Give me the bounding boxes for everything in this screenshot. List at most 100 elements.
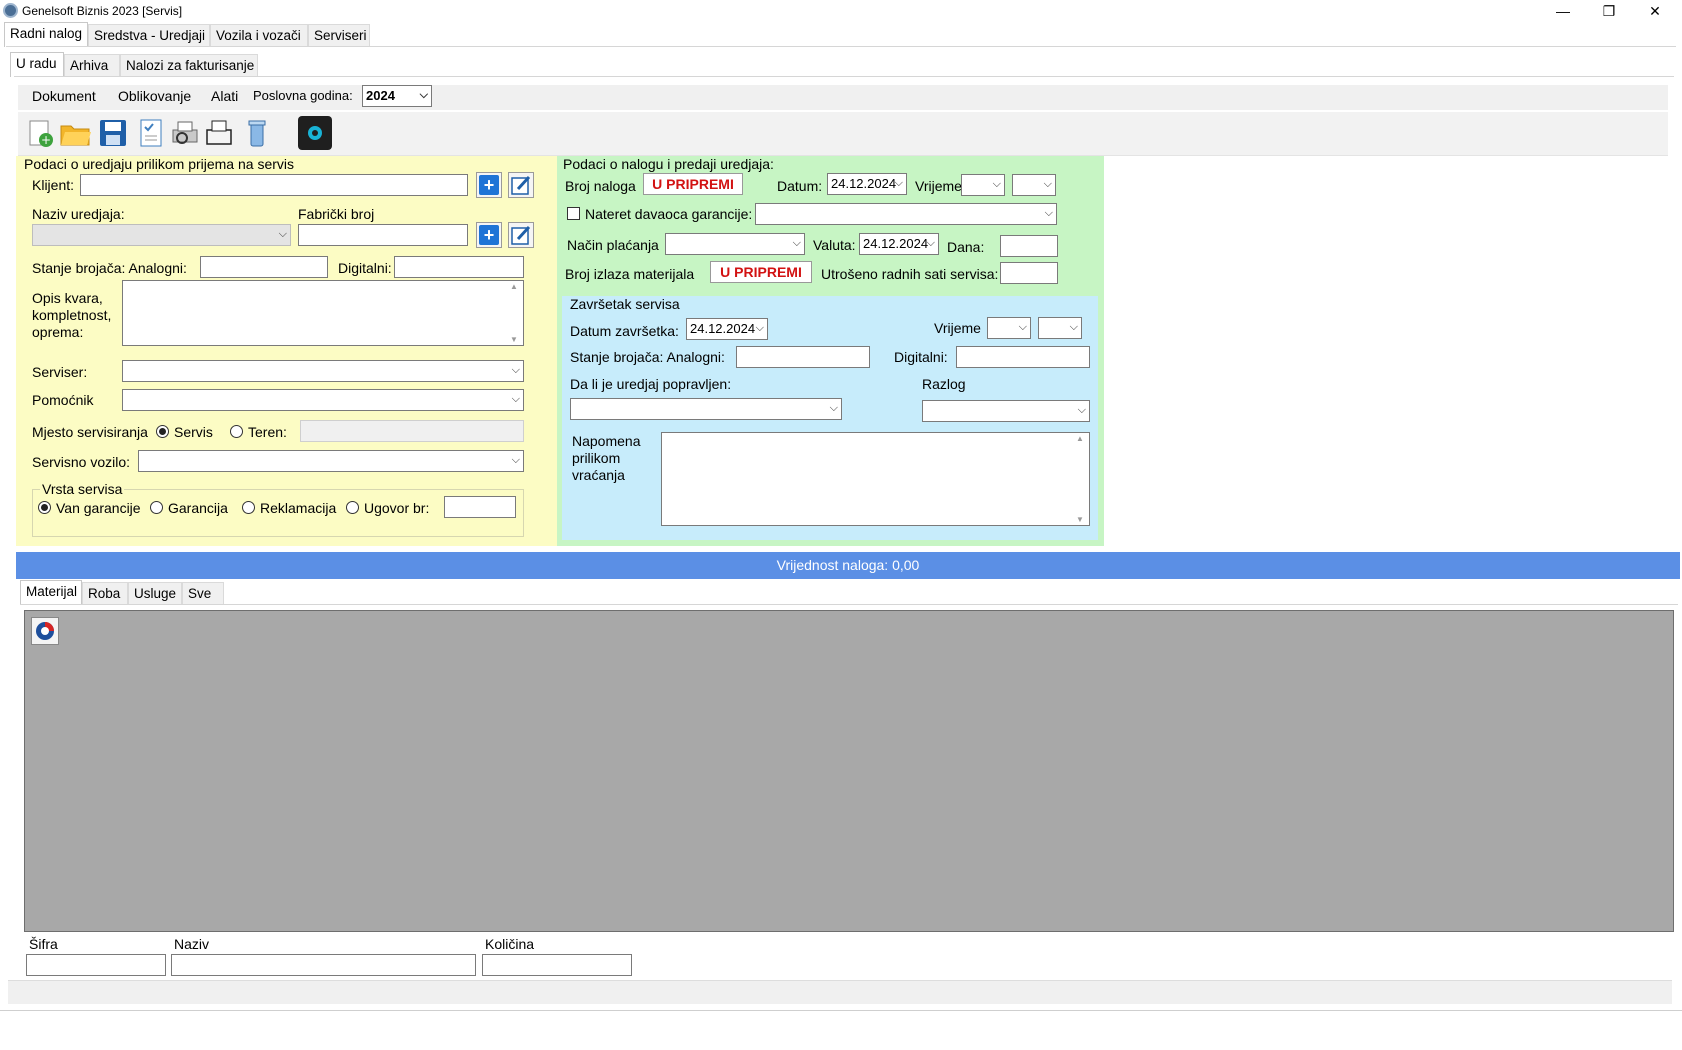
hour-select[interactable]: ⌵ [961,174,1005,196]
menu-oblikovanje[interactable]: Oblikovanje [118,88,191,104]
menu-dokument[interactable]: Dokument [32,88,96,104]
add-client-button[interactable]: + [476,172,502,198]
end-hour-select[interactable]: ⌵ [987,317,1031,339]
end-date-picker[interactable]: 24.12.2024 ⌵ [686,318,768,340]
year-select[interactable]: 2024 ⌵ [362,85,432,107]
reason-select[interactable]: ⌵ [922,400,1090,422]
vehicle-select[interactable]: ⌵ [138,450,524,472]
print-button[interactable] [202,116,236,150]
scroll-down-icon: ▼ [1076,515,1084,524]
service-type-title: Vrsta servisa [40,481,125,497]
vehicle-label: Servisno vozilo: [32,454,131,470]
divider [14,76,1674,77]
digital-counter-input[interactable] [394,256,524,278]
device-name-label: Naziv uredjaja: [32,206,125,222]
minute-select[interactable]: ⌵ [1012,174,1056,196]
end-digital-input[interactable] [956,346,1090,368]
warranty-provider-select[interactable]: ⌵ [755,203,1057,225]
settings-button[interactable] [298,116,332,150]
service-type-contract-radio[interactable] [346,501,359,514]
open-button[interactable] [58,116,92,150]
add-device-button[interactable]: + [476,222,502,248]
completion-panel: Završetak servisa Datum završetka: 24.12… [562,296,1098,540]
fault-label-2: kompletnost, [32,307,112,323]
contract-number-input[interactable] [444,496,516,518]
location-service-radio[interactable] [156,425,169,438]
chevron-down-icon: ⌵ [511,454,520,466]
tab-roba[interactable]: Roba [82,582,128,604]
tab-materijal[interactable]: Materijal [20,580,82,605]
digital-label: Digitalni: [338,260,392,276]
tab-serviseri[interactable]: Serviseri [308,24,370,46]
status-bar [8,980,1672,1004]
tab-arhiva[interactable]: Arhiva [64,54,120,76]
end-minute-select[interactable]: ⌵ [1038,317,1082,339]
fault-description-textarea[interactable]: ▲ ▼ [122,280,524,346]
assistant-select[interactable]: ⌵ [122,389,524,411]
items-grid[interactable] [24,610,1674,932]
scrollbar[interactable]: ▲ ▼ [1072,434,1088,524]
minimize-button[interactable]: — [1540,0,1586,22]
serviser-label: Serviser: [32,364,88,380]
tab-nalozi-za-fakturisanje[interactable]: Nalozi za fakturisanje [120,54,258,76]
note-label-2: prilikom [572,450,621,466]
year-value: 2024 [366,88,395,103]
tab-sredstva-uredjaji[interactable]: Sredstva - Uredjaji [88,24,210,46]
end-date-label: Datum završetka: [570,323,679,339]
menu-alati[interactable]: Alati [211,88,238,104]
edit-client-button[interactable] [508,172,534,198]
end-date-value: 24.12.2024 [690,321,756,336]
location-field-radio[interactable] [230,425,243,438]
title-bar: Genelsoft Biznis 2023 [Servis] — ❐ ✕ [0,0,1682,22]
chevron-down-icon: ⌵ [792,237,801,249]
reason-label: Razlog [922,376,966,392]
currency-label: Valuta: [813,237,856,253]
edit-device-button[interactable] [508,222,534,248]
days-input[interactable] [1000,235,1058,257]
checklist-button[interactable] [134,116,168,150]
tab-u-radu[interactable]: U radu [10,52,64,77]
date-value: 24.12.2024 [831,176,897,191]
save-button[interactable] [96,116,130,150]
end-analog-input[interactable] [736,346,870,368]
serviser-select[interactable]: ⌵ [122,360,524,382]
close-button[interactable]: ✕ [1632,0,1678,22]
chevron-down-icon: ⌵ [1069,321,1078,333]
client-input[interactable] [80,174,468,196]
payment-select[interactable]: ⌵ [665,233,805,255]
delete-button[interactable] [240,116,274,150]
grid-action-button[interactable] [31,617,59,645]
print-preview-button[interactable] [168,116,202,150]
restore-button[interactable]: ❐ [1586,0,1632,22]
field-location-input[interactable] [300,420,524,442]
toolbar: + [18,112,1668,156]
service-type-complaint-radio[interactable] [242,501,255,514]
repaired-select[interactable]: ⌵ [570,398,842,420]
return-note-textarea[interactable]: ▲ ▼ [661,432,1090,526]
code-input[interactable] [26,954,166,976]
name-label: Naziv [174,936,210,952]
currency-date-picker[interactable]: 24.12.2024 ⌵ [859,233,939,255]
date-picker[interactable]: 24.12.2024 ⌵ [827,173,907,195]
tab-sve[interactable]: Sve [182,582,224,604]
tab-vozila-i-vozaci[interactable]: Vozila i vozači [210,24,308,46]
tab-usluge[interactable]: Usluge [128,582,182,604]
new-document-button[interactable]: + [22,116,56,150]
quantity-label: Količina [485,936,535,952]
scroll-up-icon: ▲ [510,282,518,291]
warranty-provider-label: Nateret davaoca garancije: [585,206,753,222]
new-document-icon: + [29,120,53,147]
hours-input[interactable] [1000,262,1058,284]
service-type-out-of-warranty-radio[interactable] [38,501,51,514]
tab-radni-nalog[interactable]: Radni nalog [4,22,88,47]
quantity-input[interactable] [482,954,632,976]
chevron-down-icon: ⌵ [829,402,838,414]
service-type-warranty-radio[interactable] [150,501,163,514]
warranty-provider-checkbox[interactable] [567,207,580,220]
scrollbar[interactable]: ▲ ▼ [506,282,522,344]
name-input[interactable] [171,954,476,976]
analog-counter-input[interactable] [200,256,328,278]
serial-input[interactable] [298,224,468,246]
service-type-out-of-warranty-label: Van garancije [56,500,141,516]
device-name-select[interactable]: ⌵ [32,224,291,246]
